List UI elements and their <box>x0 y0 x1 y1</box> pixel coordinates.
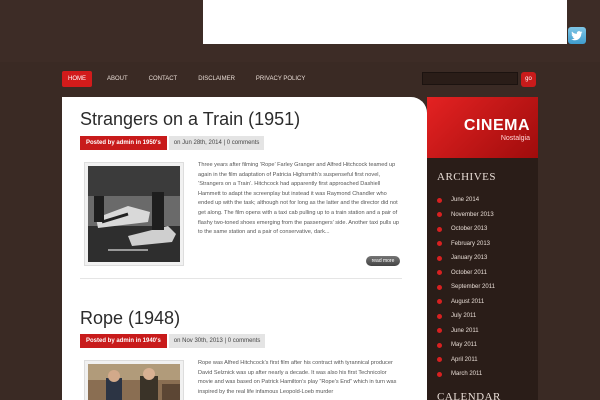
site-logo[interactable]: CINEMA Nostalgia <box>427 97 538 158</box>
archive-item[interactable]: May 2011 <box>437 338 495 353</box>
content-area: Strangers on a Train (1951) Posted by ad… <box>62 97 427 400</box>
archive-item[interactable]: February 2013 <box>437 237 495 252</box>
post-title[interactable]: Strangers on a Train (1951) <box>80 109 300 130</box>
bullet-icon <box>437 241 442 247</box>
bullet-icon <box>437 226 442 232</box>
post-meta: Posted by admin in 1940's on Nov 30th, 2… <box>80 334 266 348</box>
bullet-icon <box>437 284 442 290</box>
nav-about[interactable]: ABOUT <box>101 71 134 87</box>
archive-item[interactable]: April 2011 <box>437 353 495 368</box>
bullet-icon <box>437 313 442 319</box>
archives-heading: ARCHIVES <box>437 171 497 183</box>
twitter-icon[interactable] <box>568 27 586 44</box>
archive-item[interactable]: July 2011 <box>437 309 495 324</box>
search-button[interactable]: go <box>521 72 536 87</box>
archive-item[interactable]: September 2011 <box>437 280 495 295</box>
shoes-photo <box>88 166 180 262</box>
post-category[interactable]: Posted by admin in 1940's <box>80 334 167 348</box>
archive-item[interactable]: October 2011 <box>437 266 495 281</box>
archive-item[interactable]: June 2014 <box>437 193 495 208</box>
sidebar: CINEMA Nostalgia ARCHIVES June 2014 Nove… <box>427 97 538 400</box>
post-meta: Posted by admin in 1950's on Jun 28th, 2… <box>80 136 265 150</box>
post-thumbnail[interactable] <box>84 162 184 266</box>
bullet-icon <box>437 357 442 363</box>
post-category[interactable]: Posted by admin in 1950's <box>80 136 167 150</box>
banner-ad[interactable] <box>203 0 567 44</box>
logo-title: CINEMA <box>463 117 530 134</box>
post-excerpt: Three years after filming ‘Rope’ Farley … <box>198 162 399 236</box>
archive-item[interactable]: January 2013 <box>437 251 495 266</box>
bullet-icon <box>437 342 442 348</box>
bullet-icon <box>437 299 442 305</box>
calendar-heading: CALENDAR <box>437 391 501 400</box>
bullet-icon <box>437 212 442 218</box>
read-more-button[interactable]: read more <box>366 256 400 266</box>
search-input[interactable] <box>422 72 518 85</box>
archive-item[interactable]: November 2013 <box>437 208 495 223</box>
bullet-icon <box>437 255 442 261</box>
bullet-icon <box>437 371 442 377</box>
logo-subtitle: Nostalgia <box>500 135 530 142</box>
nav-disclaimer[interactable]: DISCLAIMER <box>192 71 241 87</box>
bullet-icon <box>437 328 442 334</box>
bullet-icon <box>437 270 442 276</box>
post-title[interactable]: Rope (1948) <box>80 308 180 329</box>
bullet-icon <box>437 197 442 203</box>
main-nav: HOME ABOUT CONTACT DISCLAIMER PRIVACY PO… <box>62 71 320 87</box>
post-date[interactable]: on Jun 28th, 2014 | 0 comments <box>168 136 265 150</box>
post-divider <box>80 278 402 279</box>
archive-item[interactable]: March 2011 <box>437 367 495 382</box>
post-date[interactable]: on Nov 30th, 2013 | 0 comments <box>168 334 266 348</box>
nav-contact[interactable]: CONTACT <box>143 71 184 87</box>
nav-privacy-policy[interactable]: PRIVACY POLICY <box>250 71 311 87</box>
archives-list: June 2014 November 2013 October 2013 Feb… <box>437 193 495 382</box>
archive-item[interactable]: October 2013 <box>437 222 495 237</box>
nav-home[interactable]: HOME <box>62 71 92 87</box>
post-excerpt: Rope was Alfred Hitchcock’s first film a… <box>198 360 397 395</box>
archive-item[interactable]: August 2011 <box>437 295 495 310</box>
post-thumbnail[interactable] <box>84 360 184 400</box>
rope-photo <box>88 364 180 400</box>
archive-item[interactable]: June 2011 <box>437 324 495 339</box>
